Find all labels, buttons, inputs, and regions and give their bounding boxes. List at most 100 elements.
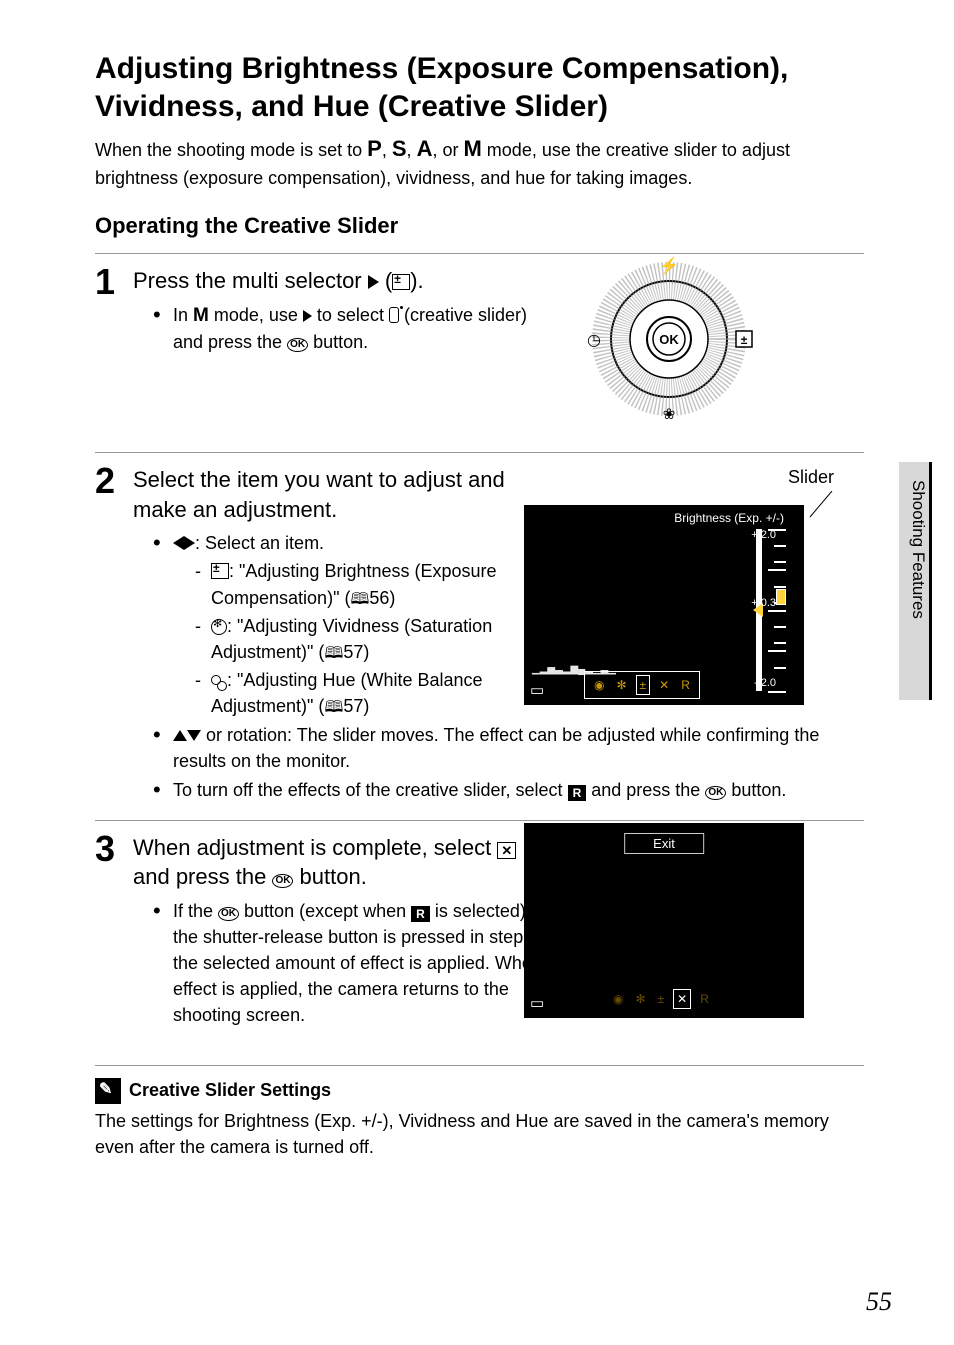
note-heading: Creative Slider Settings: [95, 1078, 864, 1104]
lcd-mode-row: ◉ ✻ ± ✕ R: [584, 671, 700, 699]
lcd-r-icon-2: R: [697, 990, 712, 1008]
lcd-plus2: + 2.0: [751, 529, 776, 541]
step-3: 3 When adjustment is complete, select ✕ …: [95, 820, 864, 1039]
svg-text:±: ±: [741, 333, 748, 347]
s1b-pre: In: [173, 305, 193, 325]
mode-m: M: [463, 136, 481, 161]
right-arrow-icon-2: [184, 536, 195, 550]
s2d1-page: 56): [369, 588, 395, 608]
intro-pre: When the shooting mode is set to: [95, 140, 367, 160]
step1-title-post: (: [379, 268, 392, 293]
ok-button-icon-2: OK: [705, 786, 726, 800]
lcd-x-icon: ✕: [656, 676, 672, 694]
s2b3-pre: To turn off the effects of the creative …: [173, 780, 568, 800]
svg-text:OK: OK: [659, 332, 679, 347]
step3-bullet: If the OK button (except when R is selec…: [153, 898, 573, 1028]
mode-a: A: [417, 136, 433, 161]
step-1: 1 Press the multi selector (). In M mode…: [95, 253, 864, 442]
step-2-title: Select the item you want to adjust and m…: [133, 465, 533, 524]
x-box-icon: ✕: [497, 842, 516, 859]
display-icon-2: ▭: [530, 994, 544, 1012]
step1-bullet: In M mode, use to select (creative slide…: [153, 302, 543, 356]
pencil-note-icon: [95, 1078, 121, 1104]
lcd-slider-bar: [756, 529, 762, 691]
page-content: Adjusting Brightness (Exposure Compensat…: [0, 0, 954, 1200]
s3t-mid: and press the: [133, 864, 272, 889]
s2b1-suffix: : Select an item.: [195, 533, 324, 553]
lcd-sat-icon: ✻: [613, 676, 629, 694]
lcd-minus2: - 2.0: [754, 677, 776, 689]
s2b3-end: button.: [726, 780, 786, 800]
page-number: 55: [866, 1287, 892, 1317]
step2-dashes: : "Adjusting Brightness (Exposure Compen…: [173, 558, 583, 719]
step-2-number: 2: [95, 463, 133, 499]
s1b-end: button.: [308, 332, 368, 352]
s2d3-page: 57): [343, 696, 369, 716]
exposure-comp-icon: [392, 274, 410, 290]
sidebar-label: Shooting Features: [908, 480, 928, 619]
svg-text:⚡: ⚡: [659, 256, 679, 275]
step2-bullet-1: : Select an item. : "Adjusting Brightnes…: [153, 530, 583, 719]
up-arrow-icon: [173, 730, 187, 741]
book-icon-3: 🕮: [324, 699, 343, 716]
step-2: 2 Select the item you want to adjust and…: [95, 452, 864, 810]
lcd-ticks: [766, 529, 786, 691]
subheading: Operating the Creative Slider: [95, 213, 864, 239]
right-arrow-icon: [368, 275, 379, 289]
slider-indicator: [776, 589, 786, 605]
book-icon-1: 🕮: [350, 591, 369, 608]
svg-text:❀: ❀: [663, 406, 676, 423]
lcd-exposure-icon: ±: [636, 675, 651, 695]
s3b-pre: If the: [173, 901, 218, 921]
ok-button-icon-3: OK: [272, 874, 293, 888]
ok-button-icon: OK: [287, 338, 308, 352]
svg-text:◷: ◷: [587, 332, 601, 349]
saturation-icon: [211, 619, 227, 635]
exposure-comp-icon-2: [211, 563, 229, 579]
lcd-exposure-icon-2: ±: [655, 990, 668, 1008]
s1b-mid: mode, use: [209, 305, 303, 325]
slider-callout-line: [806, 491, 836, 521]
step1-title-pre: Press the multi selector: [133, 268, 368, 293]
page-title: Adjusting Brightness (Exposure Compensat…: [95, 50, 864, 125]
right-arrow-small-icon: [303, 310, 312, 322]
step2-bullet-3: To turn off the effects of the creative …: [153, 777, 864, 803]
step-3-number: 3: [95, 831, 133, 867]
down-arrow-icon: [187, 730, 201, 741]
left-arrow-icon: [173, 536, 184, 550]
r-box-icon-2: R: [411, 906, 430, 922]
lcd-plus03: + 0.3: [751, 597, 776, 609]
slider-callout-label: Slider: [788, 467, 834, 488]
lcd-brightness-label: Brightness (Exp. +/-): [674, 511, 784, 525]
lcd-sat-icon-2: ✻: [632, 990, 648, 1008]
s1b-mid2: to select: [312, 305, 389, 325]
step-1-number: 1: [95, 264, 133, 300]
s3t-end: button.: [293, 864, 366, 889]
step1-title-end: ).: [410, 268, 423, 293]
mode-p: P: [367, 136, 382, 161]
note-text: The settings for Brightness (Exp. +/-), …: [95, 1108, 864, 1160]
mode-m-inline: M: [193, 305, 209, 326]
s2d2-page: 57): [343, 642, 369, 662]
intro-paragraph: When the shooting mode is set to P, S, A…: [95, 133, 864, 191]
lcd-mode-row-2: ◉ ✻ ± ✕ R: [604, 986, 718, 1012]
lcd-preview-step2: Brightness (Exp. +/-) + 2.0 + 0.3 - 2.0: [524, 505, 804, 705]
hue-icon: [211, 675, 227, 689]
mode-s: S: [392, 136, 407, 161]
s2b2-text: or rotation: The slider moves. The effec…: [173, 725, 819, 771]
r-box-icon: R: [568, 785, 587, 801]
creative-slider-icon: [389, 307, 399, 323]
lcd-exit-label: Exit: [624, 833, 704, 854]
s3t-pre: When adjustment is complete, select: [133, 835, 497, 860]
s3b-mid1: button (except when: [239, 901, 411, 921]
ok-button-icon-4: OK: [218, 907, 239, 921]
lcd-hue-icon: ◉: [591, 676, 607, 694]
lcd-r-icon: R: [678, 676, 693, 694]
step3-bullets: If the OK button (except when R is selec…: [133, 898, 573, 1028]
step1-bullets: In M mode, use to select (creative slide…: [133, 302, 543, 356]
lcd-x-icon-2: ✕: [673, 989, 691, 1009]
note-heading-text: Creative Slider Settings: [129, 1080, 331, 1101]
step2-bullet-2: or rotation: The slider moves. The effec…: [153, 722, 864, 774]
lcd-hue-icon-2: ◉: [610, 990, 626, 1008]
book-icon-2: 🕮: [324, 645, 343, 662]
